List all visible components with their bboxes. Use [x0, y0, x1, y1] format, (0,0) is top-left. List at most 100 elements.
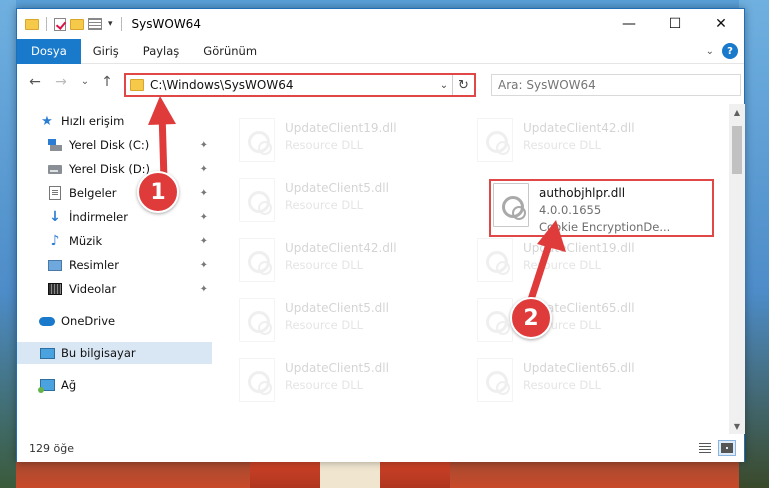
file-type: Resource DLL [523, 258, 602, 272]
pin-icon[interactable]: ✦ [200, 284, 208, 295]
file-tile[interactable]: UpdateClient65.dll Resource DLL [477, 358, 707, 408]
file-tile[interactable]: UpdateClient42.dll Resource DLL [239, 238, 469, 288]
maximize-button[interactable]: ☐ [652, 9, 698, 39]
file-type: Resource DLL [285, 378, 364, 392]
cloud-icon [39, 316, 55, 326]
sidebar-item-quick-access[interactable]: ★ Hızlı erişim [17, 110, 212, 132]
file-type: Resource DLL [285, 198, 364, 212]
sidebar-item-downloads[interactable]: ↓ İndirmeler ✦ [17, 206, 212, 228]
file-name: UpdateClient5.dll [285, 181, 389, 195]
tab-share[interactable]: Paylaş [131, 39, 192, 64]
pin-icon[interactable]: ✦ [200, 164, 208, 175]
sidebar-item-videos[interactable]: Videolar ✦ [17, 278, 212, 300]
file-list: UpdateClient19.dll Resource DLL UpdateCli… [227, 104, 729, 434]
pin-icon[interactable]: ✦ [200, 140, 208, 151]
up-arrow-icon[interactable]: ↑ [97, 74, 117, 90]
sidebar-item-label: OneDrive [61, 314, 116, 328]
sidebar-item-label: Resimler [69, 258, 119, 272]
help-icon[interactable]: ? [722, 43, 738, 59]
close-button[interactable]: ✕ [698, 9, 744, 39]
videos-icon [48, 283, 62, 295]
properties-list-icon[interactable] [88, 18, 102, 30]
file-tile[interactable]: UpdateClient19.dll Resource DLL [477, 238, 707, 288]
properties-check-icon[interactable] [54, 17, 66, 31]
sidebar-item-network[interactable]: Ağ [17, 374, 212, 396]
file-tile-authobjhlpr[interactable]: authobjhlpr.dll 4.0.0.1655 Cookie Encryp… [493, 183, 723, 234]
sidebar-item-pictures[interactable]: Resimler ✦ [17, 254, 212, 276]
vertical-scrollbar[interactable]: ▲ ▼ [729, 104, 745, 434]
view-switcher [696, 440, 736, 456]
step-1-badge: 1 [137, 171, 179, 213]
sidebar-item-local-disk-c[interactable]: Yerel Disk (C:) ✦ [17, 134, 212, 156]
address-path[interactable]: C:\Windows\SysWOW64 [150, 78, 436, 92]
forward-arrow-icon[interactable]: → [51, 74, 71, 90]
tab-file[interactable]: Dosya [17, 38, 81, 64]
file-version: 4.0.0.1655 [539, 203, 602, 217]
sidebar-item-onedrive[interactable]: OneDrive [17, 310, 212, 332]
documents-icon [49, 186, 61, 200]
new-folder-icon[interactable] [70, 18, 84, 30]
file-tile[interactable]: UpdateClient19.dll Resource DLL [239, 118, 469, 168]
address-bar[interactable]: C:\Windows\SysWOW64 ⌄ ↻ [124, 73, 476, 97]
search-box[interactable] [491, 74, 741, 96]
file-tile[interactable]: UpdateClient5.dll Resource DLL [239, 178, 469, 228]
toolbar-divider [46, 17, 47, 31]
pin-icon[interactable]: ✦ [200, 212, 208, 223]
address-folder-icon [130, 79, 144, 91]
tab-view[interactable]: Görünüm [191, 39, 269, 64]
sidebar-item-label: Bu bilgisayar [61, 346, 136, 360]
scroll-up-arrow-icon[interactable]: ▲ [729, 104, 745, 120]
file-type: Resource DLL [523, 378, 602, 392]
back-arrow-icon[interactable]: ← [25, 74, 45, 90]
file-name: UpdateClient19.dll [285, 121, 397, 135]
file-tile[interactable]: UpdateClient42.dll Resource DLL [477, 118, 707, 168]
sidebar-item-local-disk-d[interactable]: Yerel Disk (D:) ✦ [17, 158, 212, 180]
file-tile[interactable]: UpdateClient5.dll Resource DLL [239, 358, 469, 408]
item-count: 129 öğe [29, 441, 74, 455]
file-type: Resource DLL [285, 258, 364, 272]
title-bar: ▾ SysWOW64 — ☐ ✕ [17, 9, 744, 39]
dll-file-icon [477, 298, 513, 342]
sidebar-item-label: Ağ [61, 378, 77, 392]
details-view-icon [699, 443, 711, 453]
dll-file-icon [239, 238, 275, 282]
dll-file-icon [239, 358, 275, 402]
status-bar: 129 öğe [17, 434, 744, 462]
file-name: authobjhlpr.dll [539, 186, 626, 200]
expand-ribbon-chevron-icon[interactable]: ⌄ [706, 46, 714, 57]
dll-file-icon [239, 118, 275, 162]
window-title: SysWOW64 [131, 17, 201, 31]
tab-home[interactable]: Giriş [81, 39, 131, 64]
scroll-down-arrow-icon[interactable]: ▼ [729, 418, 745, 434]
dll-file-icon [239, 178, 275, 222]
file-tile[interactable]: UpdateClient5.dll Resource DLL [239, 298, 469, 348]
recent-locations-chevron-icon[interactable]: ⌄ [75, 76, 95, 87]
folder-icon [25, 18, 39, 30]
file-name: UpdateClient65.dll [523, 361, 635, 375]
details-view-button[interactable] [696, 440, 714, 456]
music-icon: ♪ [50, 233, 60, 249]
title-divider [120, 17, 122, 31]
sidebar-item-music[interactable]: ♪ Müzik ✦ [17, 230, 212, 252]
dll-file-icon [477, 358, 513, 402]
pin-icon[interactable]: ✦ [200, 188, 208, 199]
drive-icon [48, 139, 62, 151]
pin-icon[interactable]: ✦ [200, 260, 208, 271]
sidebar-item-documents[interactable]: Belgeler ✦ [17, 182, 212, 204]
sidebar-item-label: Yerel Disk (D:) [69, 162, 151, 176]
search-input[interactable] [498, 78, 718, 92]
dll-file-icon [477, 238, 513, 282]
window-controls: — ☐ ✕ [606, 9, 744, 39]
scrollbar-thumb[interactable] [732, 126, 742, 174]
tiles-view-icon [721, 443, 733, 453]
sidebar-item-label: Hızlı erişim [61, 114, 125, 128]
pin-icon[interactable]: ✦ [200, 236, 208, 247]
dll-file-icon [477, 118, 513, 162]
customize-toolbar-chevron-icon[interactable]: ▾ [108, 19, 113, 29]
minimize-button[interactable]: — [606, 9, 652, 39]
sidebar-item-this-pc[interactable]: Bu bilgisayar [17, 342, 212, 364]
address-dropdown-chevron-icon[interactable]: ⌄ [436, 80, 452, 91]
tiles-view-button[interactable] [718, 440, 736, 456]
refresh-icon[interactable]: ↻ [452, 75, 474, 95]
step-2-badge: 2 [510, 297, 552, 339]
